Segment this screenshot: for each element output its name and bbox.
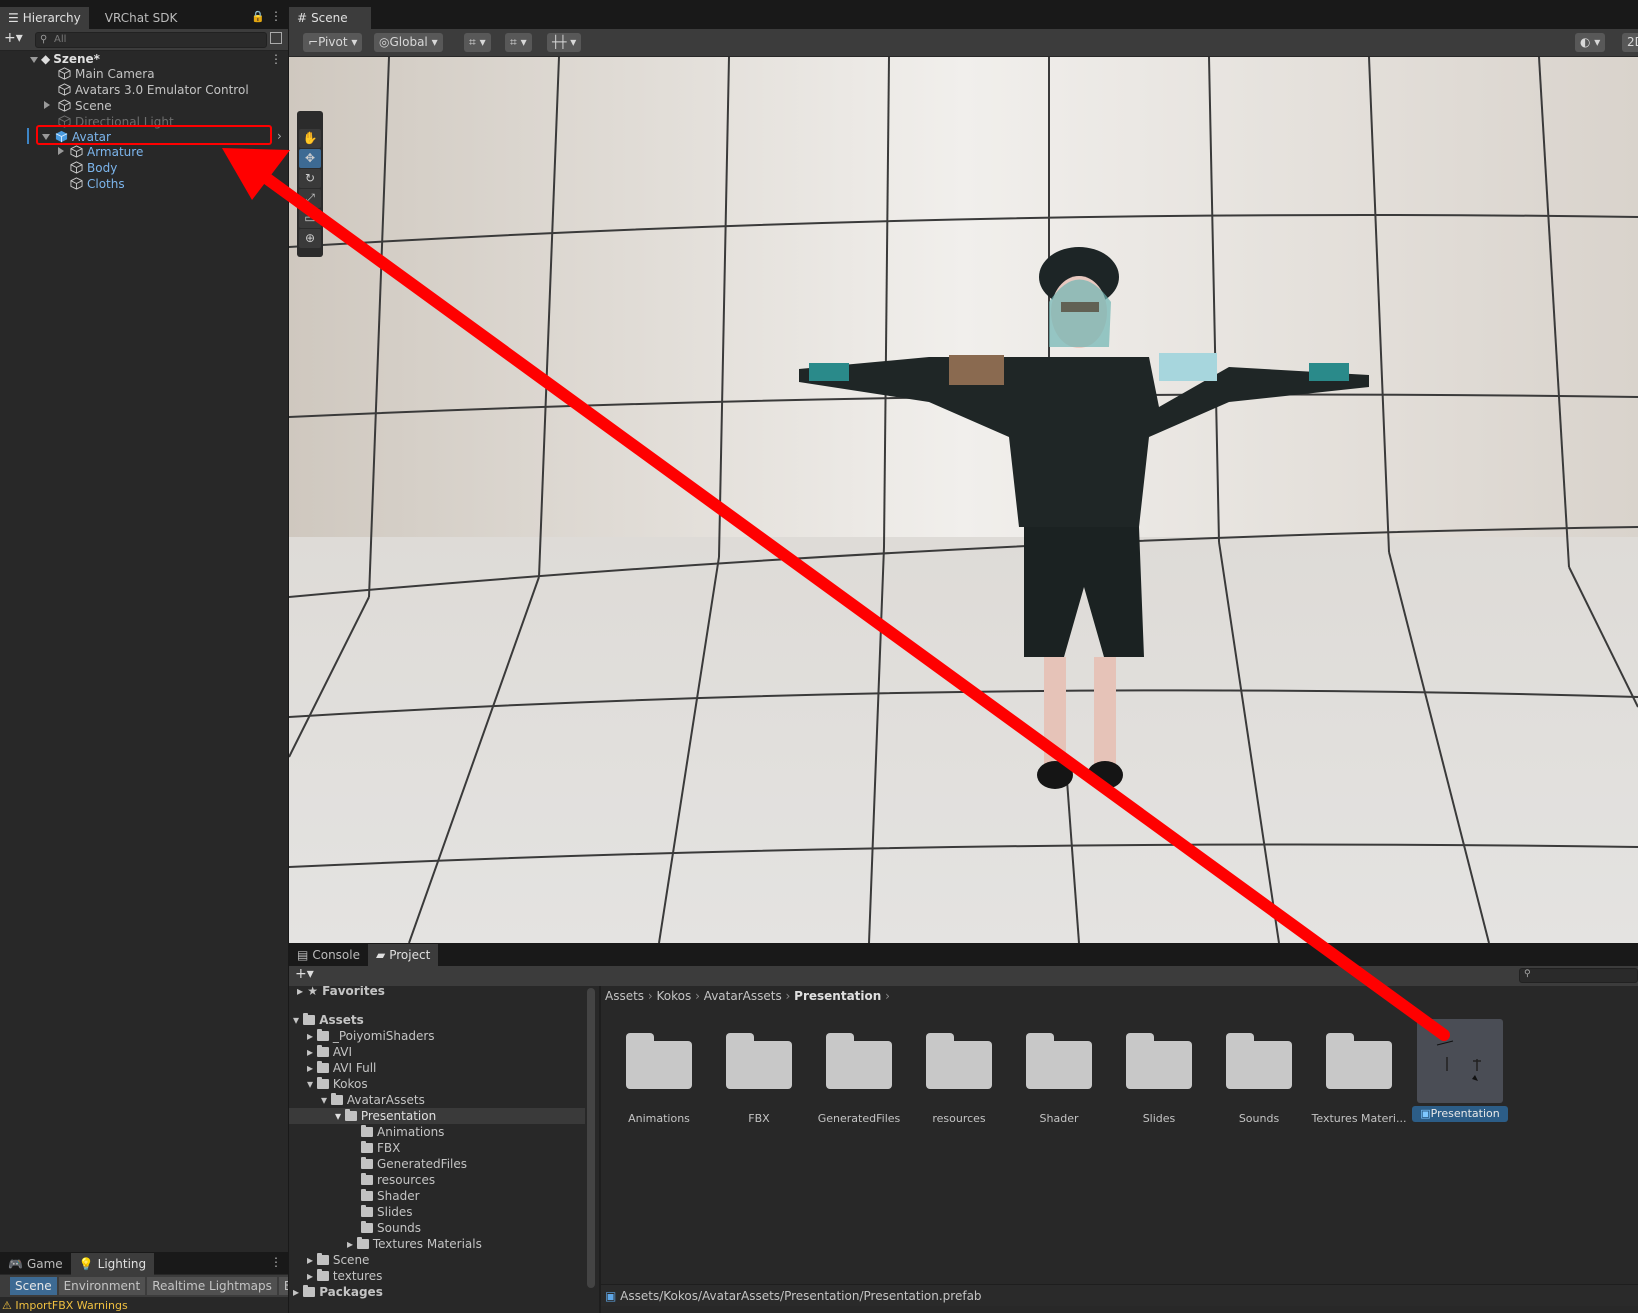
annotation-arrow (222, 148, 1450, 1041)
